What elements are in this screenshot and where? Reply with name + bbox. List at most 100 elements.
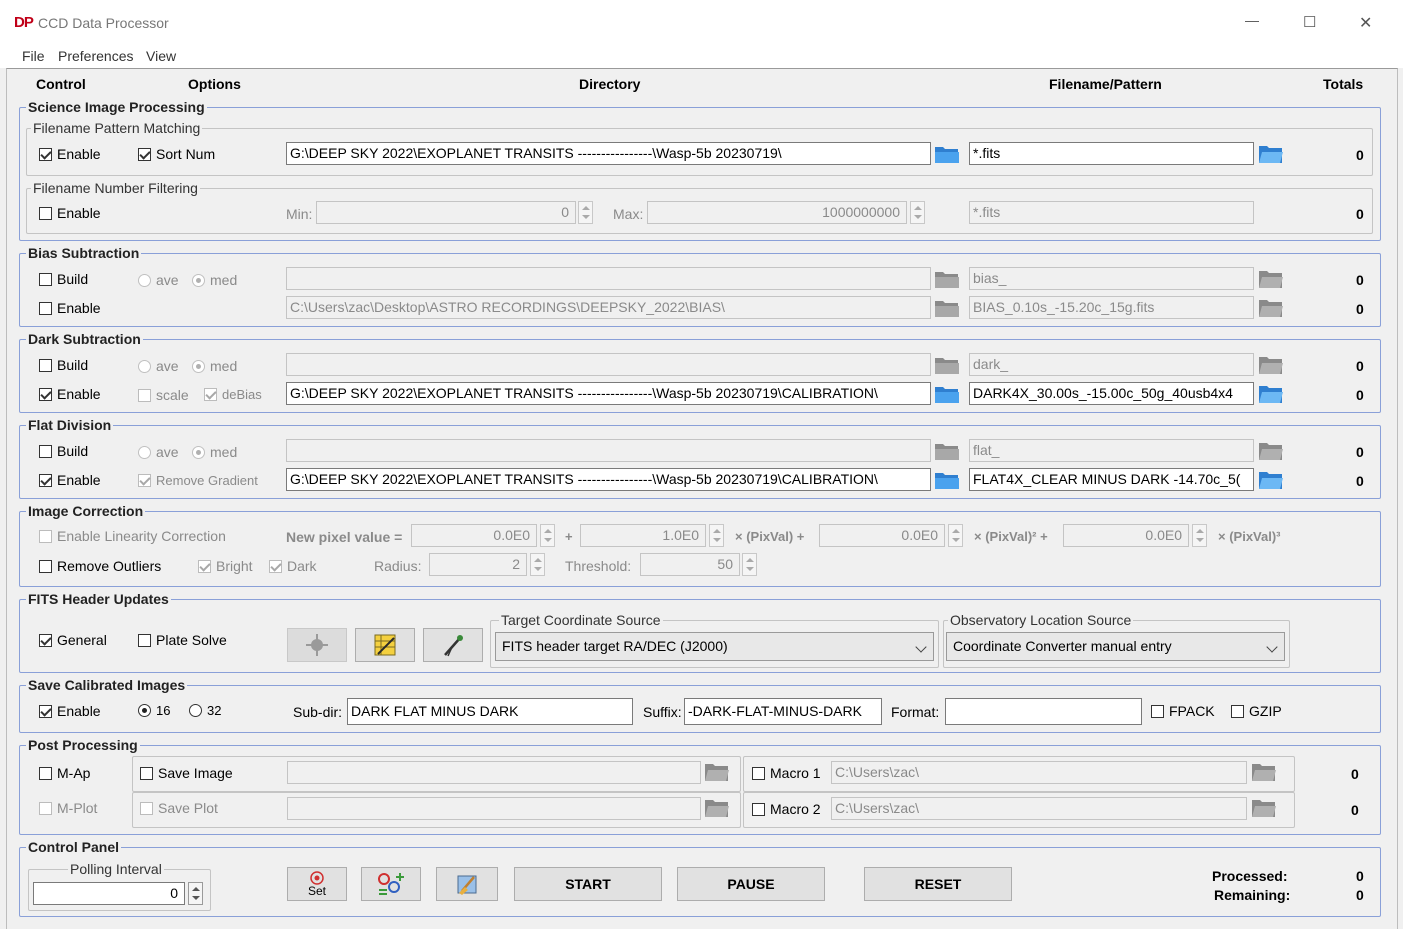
coef-3-spinner[interactable] xyxy=(1192,524,1207,547)
folder-icon[interactable] xyxy=(934,469,960,491)
open-folder-icon[interactable] xyxy=(1258,297,1284,319)
dark-med-radio[interactable]: med xyxy=(192,358,237,374)
polling-spinner[interactable] xyxy=(188,882,203,905)
dark-outlier-checkbox[interactable]: Dark xyxy=(269,558,317,574)
bias-file-field[interactable]: BIAS_0.10s_-15.20c_15g.fits xyxy=(969,296,1254,319)
open-folder-icon[interactable] xyxy=(704,761,730,783)
folder-icon[interactable] xyxy=(934,354,960,376)
dark-build-dir-field[interactable] xyxy=(286,353,931,376)
folder-icon[interactable] xyxy=(934,297,960,319)
flat-file-field[interactable]: FLAT4X_CLEAR MINUS DARK -14.70c_5( xyxy=(969,468,1254,491)
pause-button[interactable]: PAUSE xyxy=(677,867,825,901)
number-pattern-field[interactable]: *.fits xyxy=(969,201,1254,224)
set-button[interactable]: Set xyxy=(287,867,347,901)
open-folder-icon[interactable] xyxy=(1258,440,1284,462)
min-field[interactable]: 0 xyxy=(316,201,576,224)
gzip-checkbox[interactable]: GZIP xyxy=(1231,703,1282,719)
coef-2-field[interactable]: 0.0E0 xyxy=(819,524,945,547)
flat-dir-field[interactable]: G:\DEEP SKY 2022\EXOPLANET TRANSITS ----… xyxy=(286,468,931,491)
coef-3-field[interactable]: 0.0E0 xyxy=(1063,524,1189,547)
dark-enable-checkbox[interactable]: Enable xyxy=(39,386,101,402)
sort-num-checkbox[interactable]: Sort Num xyxy=(138,146,215,162)
remove-outliers-checkbox[interactable]: Remove Outliers xyxy=(39,558,161,574)
science-dir-field[interactable]: G:\DEEP SKY 2022\EXOPLANET TRANSITS ----… xyxy=(286,142,931,165)
reset-button[interactable]: RESET xyxy=(864,867,1012,901)
folder-icon[interactable] xyxy=(934,143,960,165)
max-spinner[interactable] xyxy=(910,201,925,224)
dark-scale-checkbox[interactable]: scale xyxy=(138,387,189,403)
coef-0-spinner[interactable] xyxy=(540,524,555,547)
bias-build-pattern-field[interactable]: bias_ xyxy=(969,267,1254,290)
threshold-spinner[interactable] xyxy=(742,553,757,576)
folder-icon[interactable] xyxy=(934,440,960,462)
telescope-button[interactable] xyxy=(423,628,483,662)
folder-icon[interactable] xyxy=(934,268,960,290)
min-spinner[interactable] xyxy=(578,201,593,224)
map-checkbox[interactable]: M-Ap xyxy=(39,765,90,781)
threshold-field[interactable]: 50 xyxy=(640,553,740,576)
dark-dir-field[interactable]: G:\DEEP SKY 2022\EXOPLANET TRANSITS ----… xyxy=(286,382,931,405)
open-folder-icon[interactable] xyxy=(1258,268,1284,290)
edit-header-button[interactable] xyxy=(355,628,415,662)
bias-enable-checkbox[interactable]: Enable xyxy=(39,300,101,316)
radius-spinner[interactable] xyxy=(530,553,545,576)
folder-icon[interactable] xyxy=(934,383,960,405)
settings-targets-button[interactable] xyxy=(361,867,421,901)
macro2-checkbox[interactable]: Macro 2 xyxy=(752,801,821,817)
save-enable-checkbox[interactable]: Enable xyxy=(39,703,101,719)
open-folder-icon[interactable] xyxy=(704,797,730,819)
macro2-dir-field[interactable]: C:\Users\zac\ xyxy=(831,797,1247,820)
flat-build-checkbox[interactable]: Build xyxy=(39,443,88,459)
bias-build-checkbox[interactable]: Build xyxy=(39,271,88,287)
dark-debias-checkbox[interactable]: deBias xyxy=(204,387,262,402)
flat-build-pattern-field[interactable]: flat_ xyxy=(969,439,1254,462)
subdir-field[interactable]: DARK FLAT MINUS DARK xyxy=(347,698,633,725)
max-field[interactable]: 1000000000 xyxy=(647,201,907,224)
fpack-checkbox[interactable]: FPACK xyxy=(1151,703,1215,719)
flat-med-radio[interactable]: med xyxy=(192,444,237,460)
number-enable-checkbox[interactable]: Enable xyxy=(39,205,101,221)
coef-0-field[interactable]: 0.0E0 xyxy=(411,524,537,547)
bias-med-radio[interactable]: med xyxy=(192,272,237,288)
open-folder-icon[interactable] xyxy=(1258,143,1284,165)
macro1-dir-field[interactable]: C:\Users\zac\ xyxy=(831,761,1247,784)
mplot-checkbox[interactable]: M-Plot xyxy=(39,800,97,816)
image-dir-field[interactable] xyxy=(287,761,701,784)
coef-1-field[interactable]: 1.0E0 xyxy=(580,524,706,547)
target-source-select[interactable]: FITS header target RA/DEC (J2000) xyxy=(495,632,934,661)
menu-file[interactable]: File xyxy=(22,48,45,64)
flat-build-dir-field[interactable] xyxy=(286,439,931,462)
save-image-checkbox[interactable]: Save Image xyxy=(140,765,233,781)
bit32-radio[interactable]: 32 xyxy=(189,703,221,718)
dark-file-field[interactable]: DARK4X_30.00s_-15.00c_50g_40usb4x4 xyxy=(969,382,1254,405)
maximize-button[interactable]: ☐ xyxy=(1303,13,1316,31)
plot-dir-field[interactable] xyxy=(287,797,701,820)
dark-build-checkbox[interactable]: Build xyxy=(39,357,88,373)
remove-gradient-checkbox[interactable]: Remove Gradient xyxy=(138,473,258,488)
open-folder-icon[interactable] xyxy=(1258,354,1284,376)
target-crosshair-button[interactable] xyxy=(287,628,347,662)
close-button[interactable]: ✕ xyxy=(1359,13,1372,33)
menu-view[interactable]: View xyxy=(146,48,176,64)
polling-field[interactable]: 0 xyxy=(33,882,185,905)
open-folder-icon[interactable] xyxy=(1251,761,1277,783)
bias-dir-field[interactable]: C:\Users\zac\Desktop\ASTRO RECORDINGS\DE… xyxy=(286,296,931,319)
bit16-radio[interactable]: 16 xyxy=(138,703,170,718)
bright-checkbox[interactable]: Bright xyxy=(198,558,253,574)
open-folder-icon[interactable] xyxy=(1251,797,1277,819)
coef-2-spinner[interactable] xyxy=(948,524,963,547)
start-button[interactable]: START xyxy=(514,867,662,901)
clear-button[interactable] xyxy=(436,867,498,901)
science-pattern-field[interactable]: *.fits xyxy=(969,142,1254,165)
macro1-checkbox[interactable]: Macro 1 xyxy=(752,765,821,781)
menu-preferences[interactable]: Preferences xyxy=(58,48,133,64)
radius-field[interactable]: 2 xyxy=(429,553,527,576)
save-plot-checkbox[interactable]: Save Plot xyxy=(140,800,218,816)
linearity-checkbox[interactable]: Enable Linearity Correction xyxy=(39,528,226,544)
open-folder-icon[interactable] xyxy=(1258,469,1284,491)
open-folder-icon[interactable] xyxy=(1258,383,1284,405)
format-field[interactable] xyxy=(945,698,1142,725)
flat-enable-checkbox[interactable]: Enable xyxy=(39,472,101,488)
dark-ave-radio[interactable]: ave xyxy=(138,358,179,374)
dark-build-pattern-field[interactable]: dark_ xyxy=(969,353,1254,376)
